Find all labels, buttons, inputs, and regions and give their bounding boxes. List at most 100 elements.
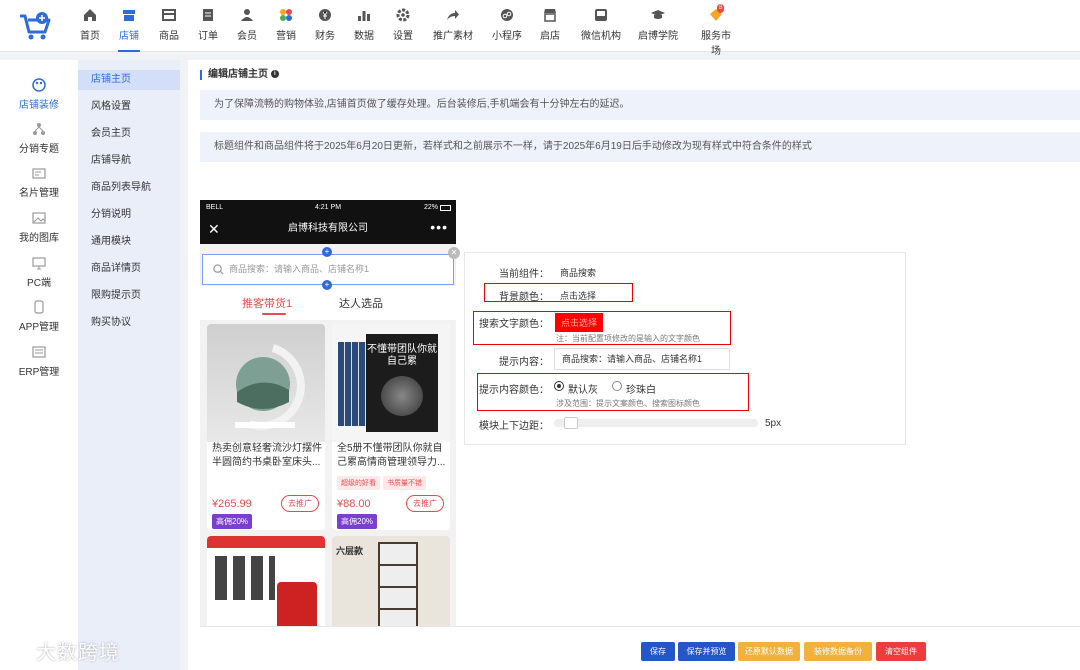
nav-promo-materials[interactable]: 推广素材: [432, 6, 474, 46]
sidebar-item-pc[interactable]: PC端: [0, 256, 78, 289]
nav-finance[interactable]: 财务: [315, 6, 335, 46]
current-component-value: 商品搜索: [560, 268, 597, 278]
save-preview-button[interactable]: 保存并预览: [678, 642, 735, 661]
nav-store[interactable]: 店铺: [118, 6, 140, 52]
nav-settings[interactable]: 设置: [393, 6, 413, 46]
subnav-item-purchase-agreement[interactable]: 购买协议: [78, 313, 180, 333]
nav-badge: 8: [717, 4, 725, 13]
subnav-item-product-detail[interactable]: 商品详情页: [78, 259, 180, 279]
nav-service-market[interactable]: 8 服务市场: [697, 4, 735, 57]
nav-data[interactable]: 数据: [354, 6, 374, 46]
sidebar-label: ERP管理: [18, 367, 60, 378]
radio-pearl-white[interactable]: [612, 381, 622, 391]
subnav-item-store-nav[interactable]: 店铺导航: [78, 151, 180, 171]
nav-goods[interactable]: 商品: [158, 6, 180, 46]
margin-slider-thumb[interactable]: [563, 417, 578, 429]
subnav-item-member-home[interactable]: 会员主页: [78, 124, 180, 144]
commission-badge: 高佣20%: [212, 514, 253, 529]
marketing-icon: [280, 9, 292, 21]
margin-value: 5px: [765, 418, 782, 429]
product-image: [207, 324, 325, 442]
subnav-item-store-home[interactable]: 店铺主页: [78, 70, 180, 90]
cache-notice: 为了保障流畅的购物体验,店铺首页做了缓存处理。后台装修后,手机端会有十分钟左右的…: [200, 90, 1080, 120]
sidebar-item-card-management[interactable]: 名片管理: [0, 166, 78, 199]
more-icon[interactable]: •••: [430, 214, 448, 240]
margin-slider[interactable]: [554, 417, 758, 429]
book-spines: [338, 342, 366, 426]
clear-components-button[interactable]: 清空组件: [876, 642, 926, 661]
nav-label: 服务市场: [701, 31, 731, 57]
add-above-icon[interactable]: +: [322, 247, 332, 257]
text-color-picker[interactable]: 点击选择: [555, 313, 604, 332]
product-card[interactable]: 热卖创意轻奢流沙灯摆件半圆简约书桌卧室床头... ¥265.99 去推广 高佣2…: [207, 324, 325, 530]
erp-icon: [32, 346, 46, 358]
tab-push-sales[interactable]: 推客带货1: [242, 295, 292, 311]
nav-wechat-org[interactable]: 微信机构: [580, 6, 622, 46]
product-card[interactable]: 不懂带团队你就自己累 全5册不懂带团队你就自己累高情商管理领导力... 超级的好…: [332, 324, 450, 530]
nav-label: 店铺: [119, 31, 139, 42]
nav-marketing[interactable]: 营销: [276, 6, 296, 46]
nav-order[interactable]: 订单: [198, 6, 218, 46]
promote-button[interactable]: 去推广: [281, 495, 319, 512]
book-cover: 不懂带团队你就自己累: [366, 334, 438, 432]
finance-icon: [319, 9, 331, 21]
sidebar-item-app[interactable]: APP管理: [0, 300, 78, 333]
subnav-item-style[interactable]: 风格设置: [78, 97, 180, 117]
order-icon: [203, 9, 213, 21]
monitor-icon: [32, 257, 46, 270]
home-icon: [84, 9, 96, 21]
wechat-icon: [595, 9, 607, 21]
radio-default-gray[interactable]: [554, 381, 564, 391]
nav-member[interactable]: 会员: [237, 6, 257, 46]
phone-icon: [34, 300, 44, 314]
watermark: 大数跨境: [8, 636, 120, 665]
delete-component-icon[interactable]: ✕: [448, 247, 460, 259]
cart-logo-icon[interactable]: [18, 10, 52, 42]
hint-content-input[interactable]: 商品搜索：请输入商品、店铺名称1: [554, 348, 730, 370]
commission-badge: 高佣20%: [337, 514, 378, 529]
close-icon[interactable]: ✕: [208, 216, 220, 242]
search-placeholder: 商品搜索：请输入商品、店铺名称1: [229, 264, 370, 274]
image-icon: [32, 212, 46, 224]
sand-lamp-image: [235, 344, 305, 430]
sidebar-item-erp[interactable]: ERP管理: [0, 345, 78, 378]
nav-shop[interactable]: 启店: [540, 6, 560, 46]
add-below-icon[interactable]: +: [322, 280, 332, 290]
sidebar-label: 名片管理: [19, 188, 59, 199]
nav-academy[interactable]: 启博学院: [638, 6, 678, 46]
promote-button[interactable]: 去推广: [406, 495, 444, 512]
subnav-item-purchase-limit[interactable]: 限购提示页: [78, 286, 180, 306]
sidebar-label: PC端: [27, 278, 51, 289]
product-tags: 超级的好看 书质量不错: [337, 476, 429, 490]
sidebar: 店铺装修 分销专题 名片管理 我的图库 PC端 APP管理 ERP管理: [0, 60, 78, 670]
time-text: 4:21 PM: [314, 204, 342, 211]
search-icon: [213, 264, 224, 275]
tab-expert-picks[interactable]: 达人选品: [339, 295, 383, 311]
sidebar-item-gallery[interactable]: 我的图库: [0, 211, 78, 244]
subnav-item-common-module[interactable]: 通用模块: [78, 232, 180, 252]
bg-color-picker[interactable]: 点击选择: [560, 289, 596, 302]
sidebar-label: APP管理: [18, 322, 59, 333]
sidebar-item-distribution[interactable]: 分销专题: [0, 122, 78, 155]
nav-home[interactable]: 首页: [80, 6, 100, 46]
nav-label: 数据: [354, 31, 374, 42]
shop-icon: [544, 9, 556, 22]
current-component-label: 当前组件：: [499, 269, 549, 280]
subnav-item-distribution-info[interactable]: 分销说明: [78, 205, 180, 225]
product-price: ¥265.99: [212, 498, 252, 510]
sidebar-item-store-decoration[interactable]: 店铺装修: [0, 78, 78, 111]
restore-default-button[interactable]: 还原默认数据: [738, 642, 800, 661]
member-icon: [241, 9, 253, 21]
backup-button[interactable]: 装修数据备份: [804, 642, 872, 661]
nav-miniapp[interactable]: 小程序: [492, 6, 522, 46]
subnav-item-product-list-nav[interactable]: 商品列表导航: [78, 178, 180, 198]
main-content: 编辑店铺主页 i 为了保障流畅的购物体验,店铺首页做了缓存处理。后台装修后,手机…: [188, 60, 1080, 670]
product-name: 热卖创意轻奢流沙灯摆件半圆简约书桌卧室床头...: [212, 443, 322, 468]
gear-icon: [396, 8, 410, 22]
save-button[interactable]: 保存: [641, 642, 675, 661]
margin-label: 模块上下边距：: [479, 421, 549, 432]
book-cover-text: 不懂带团队你就自己累: [367, 344, 437, 367]
radio-pearl-white-label: 珍珠白: [626, 385, 656, 396]
text-color-label: 搜索文字颜色：: [479, 319, 549, 330]
update-notice: 标题组件和商品组件将于2025年6月20日更新，若样式和之前展示不一样，请于20…: [200, 132, 1080, 162]
